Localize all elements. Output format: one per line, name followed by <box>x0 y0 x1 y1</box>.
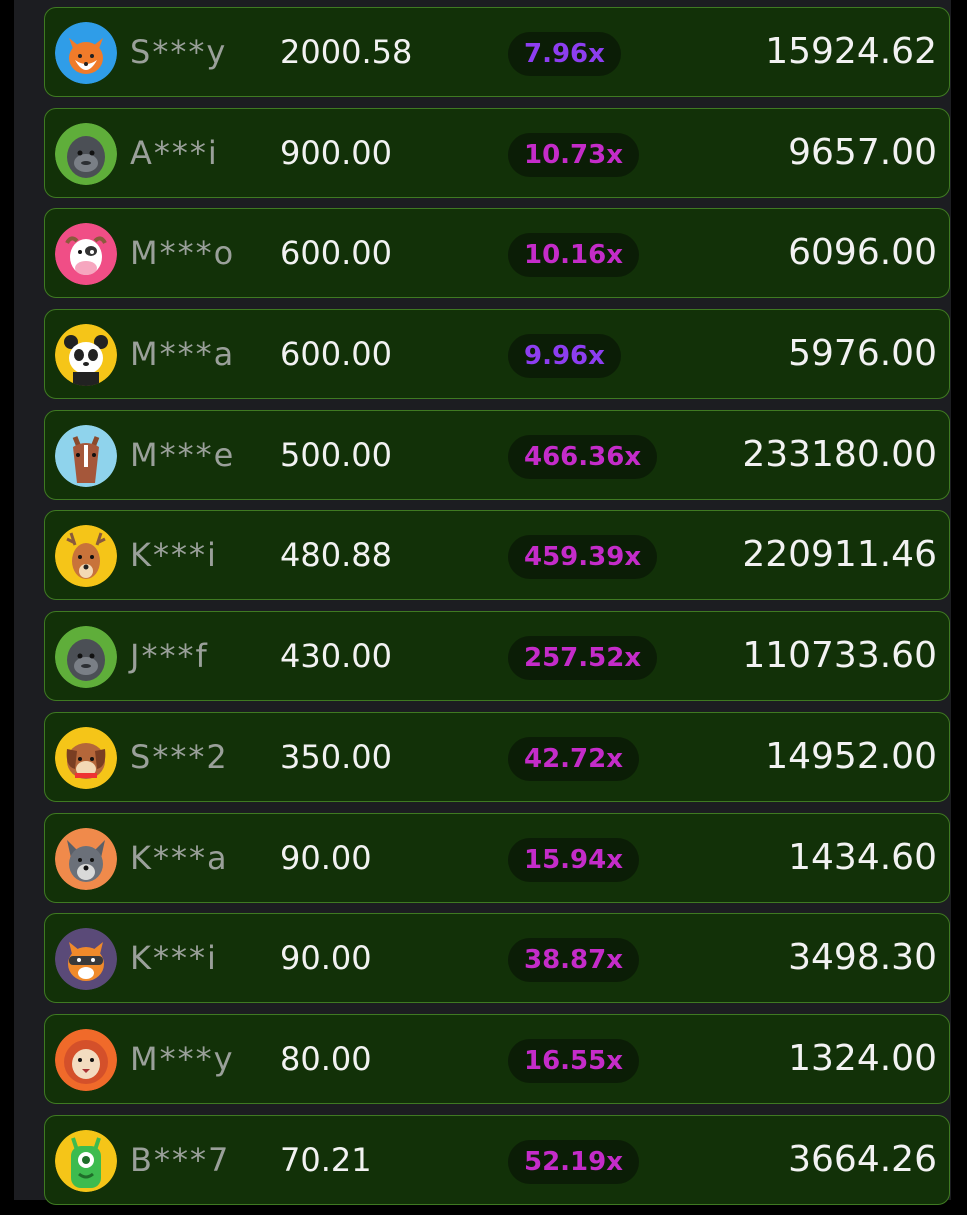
win-amount: 233180.00 <box>742 433 937 475</box>
win-amount: 5976.00 <box>788 333 937 375</box>
multiplier-badge: 10.16x <box>508 233 640 278</box>
username: A***i <box>130 133 219 172</box>
multiplier-badge: 466.36x <box>508 434 658 479</box>
horse-avatar <box>55 424 117 487</box>
bets-list: S***y 2000.58 7.96x 15924.62 A***i 900.0… <box>44 7 950 1215</box>
bet-amount: 480.88 <box>280 536 392 575</box>
fox-avatar <box>55 22 117 84</box>
bet-amount: 600.00 <box>280 335 392 374</box>
bet-row: M***o 600.00 10.16x 6096.00 <box>44 208 950 299</box>
multiplier-badge: 9.96x <box>508 334 621 379</box>
username: K***i <box>130 939 218 978</box>
win-amount: 3498.30 <box>788 937 937 979</box>
multiplier-badge: 16.55x <box>508 1038 640 1083</box>
win-amount: 1324.00 <box>788 1037 937 1079</box>
wolf-avatar <box>55 827 117 890</box>
username: K***a <box>130 838 229 877</box>
bet-row: K***i 480.88 459.39x 220911.46 <box>44 510 950 601</box>
bet-amount: 2000.58 <box>280 33 413 71</box>
username: B***7 <box>130 1140 231 1179</box>
deer-avatar <box>55 525 117 588</box>
bet-row: K***i 90.00 38.87x 3498.30 <box>44 913 950 1004</box>
username: M***e <box>130 435 236 474</box>
gorilla-avatar <box>55 122 117 185</box>
multiplier-badge: 7.96x <box>508 32 621 76</box>
bets-panel: S***y 2000.58 7.96x 15924.62 A***i 900.0… <box>14 0 951 1205</box>
multiplier-badge: 38.87x <box>508 938 640 983</box>
bet-amount: 90.00 <box>280 939 372 978</box>
win-amount: 6096.00 <box>788 232 937 274</box>
bet-row: A***i 900.00 10.73x 9657.00 <box>44 107 950 198</box>
username: K***i <box>130 536 218 575</box>
win-amount: 15924.62 <box>765 31 937 72</box>
bet-row: J***f 430.00 257.52x 110733.60 <box>44 611 950 702</box>
bet-amount: 500.00 <box>280 435 392 474</box>
bet-row: M***a 600.00 9.96x 5976.00 <box>44 309 950 400</box>
bet-amount: 80.00 <box>280 1039 372 1078</box>
win-amount: 110733.60 <box>742 635 937 677</box>
win-amount: 9657.00 <box>788 131 937 173</box>
bet-row: S***y 2000.58 7.96x 15924.62 <box>44 7 950 97</box>
username: S***2 <box>130 737 229 776</box>
bet-amount: 600.00 <box>280 234 392 273</box>
win-amount: 1434.60 <box>788 836 937 878</box>
bet-row: M***y 80.00 16.55x 1324.00 <box>44 1013 950 1104</box>
multiplier-badge: 10.73x <box>508 132 640 177</box>
multiplier-badge: 42.72x <box>508 736 640 781</box>
cow-avatar <box>55 223 117 286</box>
bet-amount: 900.00 <box>280 133 392 172</box>
raccoon-avatar <box>55 928 117 991</box>
bet-amount: 350.00 <box>280 737 392 776</box>
bet-row: S***2 350.00 42.72x 14952.00 <box>44 711 950 802</box>
monster-avatar <box>55 1129 117 1192</box>
win-amount: 14952.00 <box>765 735 937 777</box>
bet-row: B***7 70.21 52.19x 3664.26 <box>44 1114 950 1205</box>
bet-row: M***e 500.00 466.36x 233180.00 <box>44 409 950 500</box>
username: M***y <box>130 1039 235 1078</box>
username: M***o <box>130 234 236 273</box>
multiplier-badge: 52.19x <box>508 1139 640 1184</box>
username: S***y <box>130 33 228 71</box>
bet-amount: 430.00 <box>280 637 392 676</box>
win-amount: 220911.46 <box>742 534 937 576</box>
panda-avatar <box>55 324 117 387</box>
multiplier-badge: 257.52x <box>508 636 658 681</box>
username: J***f <box>130 637 209 676</box>
username: M***a <box>130 335 236 374</box>
dog-avatar <box>55 726 117 789</box>
bet-row: K***a 90.00 15.94x 1434.60 <box>44 812 950 903</box>
bet-amount: 90.00 <box>280 838 372 877</box>
bet-amount: 70.21 <box>280 1140 372 1179</box>
lion-avatar <box>55 1028 117 1091</box>
gorilla-avatar <box>55 626 117 689</box>
multiplier-badge: 459.39x <box>508 535 658 580</box>
multiplier-badge: 15.94x <box>508 837 640 882</box>
win-amount: 3664.26 <box>788 1138 937 1180</box>
